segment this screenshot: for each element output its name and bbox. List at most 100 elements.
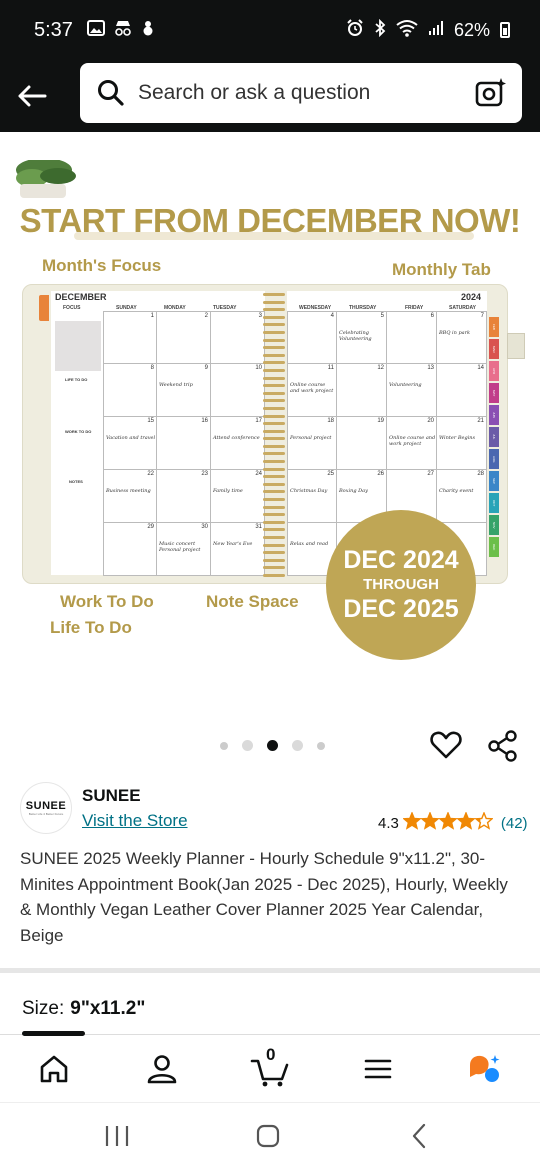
brand-logo[interactable]: SUNEE Better Life 4 Better Future	[20, 782, 72, 834]
spiral-ring	[263, 536, 285, 539]
spiral-ring	[263, 376, 285, 380]
spiral-ring	[263, 551, 285, 555]
calendar-cell: 11 Online course and work project	[287, 364, 337, 417]
search-input[interactable]: Search or ask a question	[80, 63, 522, 123]
status-left-icons	[86, 19, 155, 41]
calendar-cell: 31 New Year's Eve	[211, 523, 265, 576]
calendar-cell: 15 Vacation and travel	[103, 417, 157, 470]
badge-line1: DEC 2024	[343, 546, 459, 574]
calendar-note: Winter Begins	[439, 435, 476, 441]
planner-month: DECEMBER	[55, 292, 107, 302]
recent-apps-icon[interactable]	[102, 1121, 132, 1151]
calendar-day-number: 16	[201, 418, 208, 424]
calendar-day-number: 3	[258, 313, 262, 319]
back-arrow-icon[interactable]	[2, 66, 62, 126]
spiral-ring	[263, 482, 285, 486]
calendar-day-number: 7	[480, 313, 484, 319]
spiral-ring	[263, 467, 285, 471]
bottom-navigation: 0	[0, 1031, 540, 1102]
carousel-dot[interactable]	[317, 741, 325, 750]
callout-monthly-tab: Monthly Tab	[392, 260, 491, 279]
battery-percent: 62%	[453, 19, 490, 40]
spiral-ring	[263, 528, 285, 532]
spiral-ring	[263, 323, 285, 327]
status-bar: 5:37 62%	[0, 0, 540, 60]
calendar-day-number: 5	[380, 313, 384, 319]
carousel-dot[interactable]	[292, 740, 303, 751]
spiral-ring	[263, 543, 285, 547]
rating-count[interactable]: (42)	[501, 815, 528, 832]
menu-icon[interactable]	[360, 1051, 396, 1087]
planner-left-tab	[39, 295, 49, 321]
carousel-dot[interactable]	[242, 740, 253, 751]
month-tab: NOV	[489, 515, 499, 535]
account-icon[interactable]	[144, 1051, 180, 1087]
calendar-day-number: 29	[147, 524, 154, 530]
share-icon[interactable]	[487, 730, 519, 762]
planner-focus-box	[55, 321, 101, 371]
calendar-cell: 23	[157, 470, 211, 523]
spiral-ring	[263, 452, 285, 456]
spiral-ring	[263, 338, 285, 342]
nav-active-indicator	[22, 1031, 85, 1036]
star-icon	[402, 811, 422, 830]
calendar-note: Christmas Day	[290, 488, 328, 494]
spiral-ring	[263, 422, 285, 426]
spiral-ring	[263, 353, 285, 357]
spiral-ring	[263, 308, 285, 312]
calendar-day-number: 4	[330, 313, 334, 319]
rufus-ai-icon[interactable]	[466, 1051, 502, 1087]
calendar-day-number: 24	[255, 471, 262, 477]
spiral-ring	[263, 346, 285, 350]
spiral-ring	[263, 513, 285, 517]
search-placeholder: Search or ask a question	[138, 81, 371, 104]
planner-left-grid: 1 2 3 8 9 Weekend trip 10 15 Vacation and travel…	[103, 311, 265, 576]
calendar-cell: 24 Family time	[211, 470, 265, 523]
home-button-icon[interactable]	[253, 1121, 283, 1151]
back-button-icon[interactable]	[404, 1121, 434, 1151]
calendar-cell: 5 Celebrating Volunteering	[337, 311, 387, 364]
planner-left-page: DECEMBER FOCUS SUNDAY MONDAY TUESDAY LIF…	[51, 291, 265, 576]
spiral-ring	[263, 429, 285, 433]
size-label: Size:	[22, 998, 65, 1019]
carousel-dot[interactable]	[267, 740, 278, 751]
calendar-day-number: 14	[477, 365, 484, 371]
calendar-cell: 22 Business meeting	[103, 470, 157, 523]
spiral-ring	[263, 460, 285, 464]
visit-store-link[interactable]: Visit the Store	[82, 811, 188, 831]
brand-logo-text: SUNEE	[25, 800, 67, 812]
badge-line3: DEC 2025	[343, 595, 459, 623]
calendar-day-number: 17	[255, 418, 262, 424]
camera-search-icon[interactable]	[474, 76, 508, 110]
calendar-cell: 28 Charity event	[437, 470, 487, 523]
star-icon	[474, 811, 494, 830]
date-range-badge: DEC 2024 THROUGH DEC 2025	[326, 510, 476, 660]
spiral-ring	[263, 391, 285, 395]
home-icon[interactable]	[36, 1051, 72, 1087]
calendar-cell: 1	[103, 311, 157, 364]
calendar-day-number: 19	[377, 418, 384, 424]
calendar-cell: 3	[211, 311, 265, 364]
calendar-note: Vacation and travel	[106, 435, 156, 441]
product-image[interactable]: START FROM DECEMBER NOW! Month's Focus M…	[14, 160, 526, 680]
calendar-day-number: 1	[150, 313, 154, 319]
callout-life-to-do: Life To Do	[50, 618, 132, 637]
status-right-icons: 62%	[346, 18, 510, 42]
calendar-note: Celebrating Volunteering	[339, 330, 372, 342]
calendar-cell: 29	[103, 523, 157, 576]
product-rating[interactable]: 4.3 (42)	[378, 811, 528, 835]
carousel-dots[interactable]	[220, 740, 325, 751]
alarm-icon	[346, 18, 364, 42]
calendar-note: Boxing Day	[339, 488, 368, 494]
planner-year: 2024	[460, 292, 481, 302]
spiral-ring	[263, 399, 285, 403]
callout-months-focus: Month's Focus	[42, 256, 162, 275]
carousel-dot[interactable]	[220, 741, 228, 750]
month-tab: AUG	[489, 449, 499, 469]
star-icon	[456, 811, 476, 830]
size-selector[interactable]: Size: 9"x11.2"	[22, 998, 145, 1020]
spiral-ring	[263, 437, 285, 441]
planner-spiral-binding	[263, 293, 285, 577]
calendar-day-number: 28	[477, 471, 484, 477]
heart-icon[interactable]	[430, 730, 462, 760]
